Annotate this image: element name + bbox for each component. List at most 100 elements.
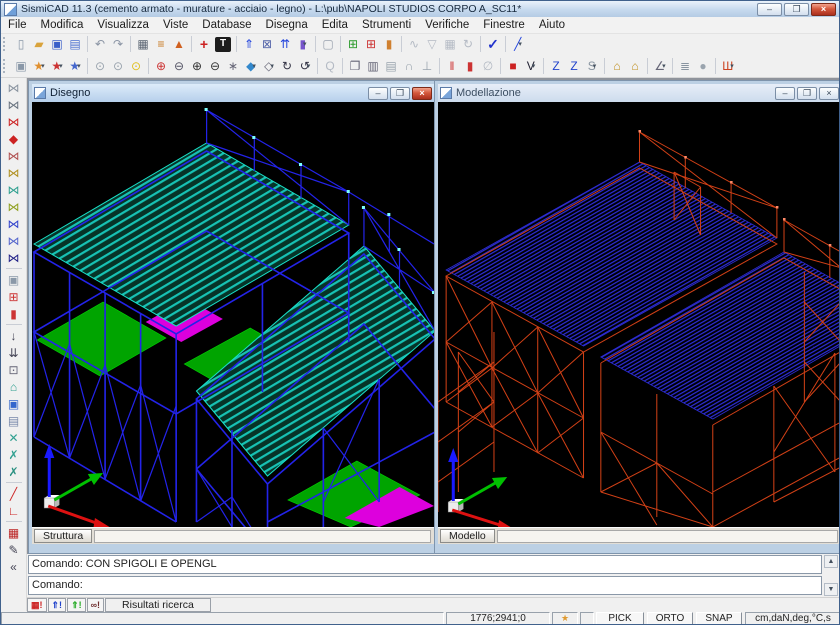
reinforcement-button[interactable]: Ш▾ — [719, 56, 737, 75]
section-cut-button[interactable]: ⊠ — [258, 35, 276, 54]
alert-grid-button[interactable]: ▦! — [27, 598, 47, 612]
lamp-on-button[interactable]: ⊙ — [127, 56, 145, 75]
restore-button[interactable]: ❐ — [784, 3, 809, 16]
solid-view-button[interactable]: ▮▾ — [294, 35, 312, 54]
level-star-blue-button[interactable]: ★▾ — [66, 56, 84, 75]
solid-view-dropdown-icon[interactable]: ▾ — [303, 40, 307, 48]
disegno-title-bar[interactable]: Disegno – ❐ × — [32, 84, 434, 102]
angle-measure-button[interactable]: ∠▾ — [651, 56, 669, 75]
diagram-column-button[interactable]: ▮ — [380, 35, 398, 54]
close-button[interactable]: × — [811, 3, 836, 16]
angle-red-button[interactable]: ∟ — [5, 502, 23, 519]
sphere-render-button[interactable]: ● — [694, 56, 712, 75]
text-style-button[interactable]: T — [215, 37, 231, 52]
level-star-red-button[interactable]: ★▾ — [48, 56, 66, 75]
steel-s-button[interactable]: S▾ — [583, 56, 601, 75]
confirm-check-button[interactable]: ✓ — [484, 35, 502, 54]
orto-toggle-button[interactable]: ORTO — [647, 612, 693, 625]
save-all-button[interactable]: ▤ — [66, 35, 84, 54]
materials-archive-button[interactable]: ▲ — [170, 35, 188, 54]
levels-manager-button[interactable]: ≡ — [152, 35, 170, 54]
menu-finestre[interactable]: Finestre — [476, 19, 532, 31]
menu-viste[interactable]: Viste — [156, 19, 195, 31]
beam-blue-1-button[interactable]: ⋈ — [5, 215, 23, 232]
beam-red-arrows-button[interactable]: ⋈ — [5, 113, 23, 130]
beam-olive-button[interactable]: ⋈ — [5, 198, 23, 215]
beam-red-gray-button[interactable]: ⋈ — [5, 147, 23, 164]
command-prompt-input[interactable]: Comando: — [28, 576, 822, 595]
disegno-restore-button[interactable]: ❐ — [390, 87, 410, 100]
beam-section-red-button[interactable]: ‖ — [443, 56, 461, 75]
window-blue-button[interactable]: ▣ — [5, 395, 23, 412]
alert-check-button[interactable]: ⇑! — [67, 598, 86, 612]
roof-design-1-button[interactable]: ⌂ — [608, 56, 626, 75]
disegno-minimize-button[interactable]: – — [368, 87, 388, 100]
list-columns-button[interactable]: ▥ — [364, 56, 382, 75]
beam-release-gray-1-button[interactable]: ⋈ — [5, 79, 23, 96]
menu-file[interactable]: File — [1, 19, 34, 31]
tab-struttura[interactable]: Struttura — [34, 529, 92, 543]
disegno-3d-viewport[interactable] — [32, 102, 434, 527]
menu-database[interactable]: Database — [195, 19, 258, 31]
scroll-more-button[interactable]: « — [5, 558, 23, 575]
column-section-button[interactable]: ▮ — [461, 56, 479, 75]
wireframe-view-dropdown-icon[interactable]: ▾ — [270, 62, 274, 70]
table-results-red-button[interactable]: ⊞ — [362, 35, 380, 54]
modellazione-minimize-button[interactable]: – — [775, 87, 795, 100]
beam-teal-button[interactable]: ⋈ — [5, 181, 23, 198]
new-document-button[interactable]: ▯ — [12, 35, 30, 54]
table-red-button[interactable]: ⊞ — [5, 288, 23, 305]
measure-a-button[interactable]: ✗ — [5, 446, 23, 463]
draw-line-dropdown-icon[interactable]: ▾ — [518, 40, 522, 48]
pan-button[interactable]: ∗ — [224, 56, 242, 75]
structure-input-button[interactable]: ⇑ — [240, 35, 258, 54]
sheet-number-button[interactable]: ⊡ — [5, 361, 23, 378]
zoom-previous-button[interactable]: ⊖ — [170, 56, 188, 75]
cut-teal-button[interactable]: ✕ — [5, 429, 23, 446]
beam-yellow-red-button[interactable]: ⋈ — [5, 164, 23, 181]
fill-tool-button[interactable]: ▽ — [423, 35, 441, 54]
scroll-down-icon[interactable]: ▼ — [824, 583, 838, 596]
search-entities-button[interactable]: Q — [321, 56, 339, 75]
fill-red-square-button[interactable]: ■ — [504, 56, 522, 75]
menu-disegna[interactable]: Disegna — [259, 19, 315, 31]
steel-s-dropdown-icon[interactable]: ▾ — [593, 62, 597, 70]
extrusion-box-button[interactable]: ▣ — [12, 56, 30, 75]
modellazione-title-bar[interactable]: Modellazione – ❐ × — [438, 84, 840, 102]
arrow-down-button[interactable]: ↓ — [5, 327, 23, 344]
alert-search-button[interactable]: ∞! — [87, 598, 104, 612]
structure-check-button[interactable]: ⇈ — [276, 35, 294, 54]
rotate-tool-button[interactable]: ↻ — [459, 35, 477, 54]
spline-tool-button[interactable]: ∿ — [405, 35, 423, 54]
eyedropper-button[interactable]: ✎ — [5, 541, 23, 558]
cylinder-red-button[interactable]: ▮ — [5, 305, 23, 322]
steel-z-2-button[interactable]: Z — [565, 56, 583, 75]
plugin-manager-button[interactable]: + — [195, 35, 213, 54]
zoom-out-button[interactable]: ⊖ — [206, 56, 224, 75]
angle-measure-dropdown-icon[interactable]: ▾ — [662, 62, 666, 70]
lamp-hidden-button[interactable]: ⊙ — [91, 56, 109, 75]
modellazione-close-button[interactable]: × — [819, 87, 839, 100]
steel-z-1-button[interactable]: Z — [547, 56, 565, 75]
beam-blue-2-button[interactable]: ⋈ — [5, 232, 23, 249]
tab-modello[interactable]: Modello — [440, 529, 495, 543]
verify-v-dropdown-icon[interactable]: ▾ — [532, 62, 536, 70]
pick-toggle-button[interactable]: PICK — [596, 612, 644, 625]
level-star-red-dropdown-icon[interactable]: ▾ — [59, 62, 63, 70]
save-table-button[interactable]: ▦ — [5, 524, 23, 541]
toolbar-grip[interactable] — [3, 37, 8, 51]
roof-design-2-button[interactable]: ⌂ — [626, 56, 644, 75]
save-button[interactable]: ▣ — [48, 35, 66, 54]
reinforcement-dropdown-icon[interactable]: ▾ — [730, 62, 734, 70]
house-plan-button[interactable]: ⌂ — [5, 378, 23, 395]
arrows-down-button[interactable]: ⇊ — [5, 344, 23, 361]
menu-verifiche[interactable]: Verifiche — [418, 19, 476, 31]
new-level-star-button[interactable]: ★▾ — [30, 56, 48, 75]
pin-tool-button[interactable]: ⊥ — [418, 56, 436, 75]
lamp-partial-button[interactable]: ⊙ — [109, 56, 127, 75]
copy-sheets-button[interactable]: ▤ — [5, 412, 23, 429]
layer-stack-button[interactable]: ≣ — [676, 56, 694, 75]
redo-button[interactable]: ↷ — [109, 35, 127, 54]
scroll-up-icon[interactable]: ▲ — [824, 555, 838, 568]
shade-view-dropdown-icon[interactable]: ▾ — [252, 62, 256, 70]
